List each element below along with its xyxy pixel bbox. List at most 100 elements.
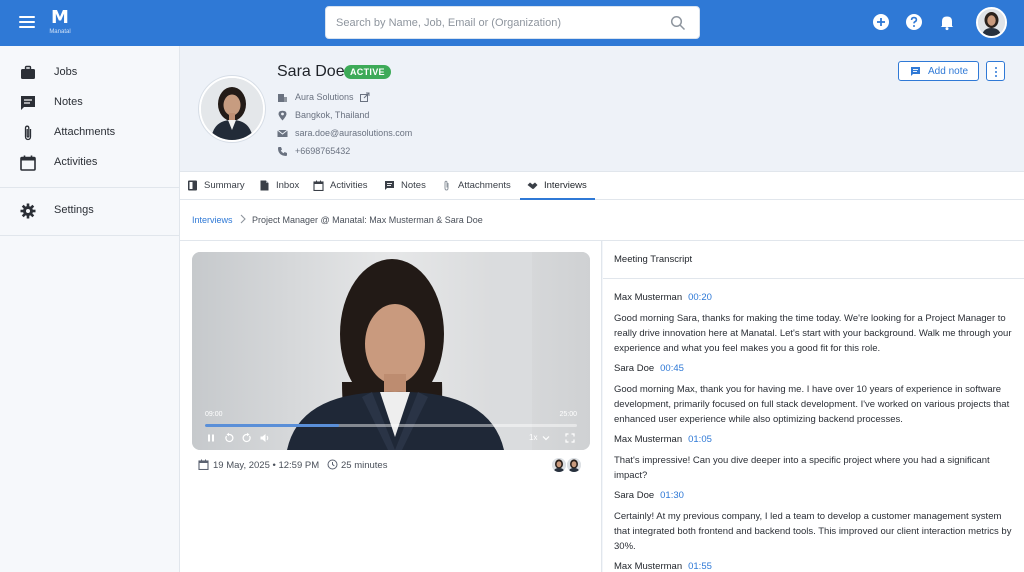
sidebar-item-jobs[interactable]: Jobs <box>0 60 179 86</box>
external-link-icon[interactable] <box>359 92 370 103</box>
sidebar-item-label: Attachments <box>54 126 116 138</box>
tab-label: Notes <box>401 180 426 191</box>
user-avatar[interactable] <box>976 7 1007 38</box>
participant-avatar[interactable] <box>566 457 582 473</box>
more-options-icon[interactable] <box>986 61 1005 81</box>
candidate-phone[interactable]: +6698765432 <box>295 146 350 156</box>
inbox-icon <box>260 180 269 191</box>
tab-notes[interactable]: Notes <box>384 172 434 200</box>
speaker-name: Sara Doe <box>614 490 655 501</box>
notes-icon <box>385 181 394 190</box>
paperclip-icon <box>444 180 449 191</box>
speaker-name: Max Musterman <box>614 292 683 303</box>
notes-icon <box>21 96 35 110</box>
note-icon <box>911 67 920 76</box>
candidate-header: Sara Doe ACTIVE Aura Solutions Bangkok, … <box>180 46 1024 171</box>
transcript-speaker: Sara Doe 01:30 <box>614 490 684 501</box>
tab-activities[interactable]: Activities <box>313 172 379 200</box>
sidebar-item-activities[interactable]: Activities <box>0 150 179 176</box>
add-note-button[interactable]: Add note <box>898 61 979 81</box>
tab-label: Activities <box>330 180 368 191</box>
calendar-icon <box>198 459 209 470</box>
transcript-text: Good morning Sara, thanks for making the… <box>614 313 1012 354</box>
tab-label: Inbox <box>276 180 300 191</box>
speaker-name: Max Musterman <box>614 434 683 445</box>
app-root: M Manatal Jobs Notes Attachments Act <box>0 0 1024 572</box>
candidate-email[interactable]: sara.doe@aurasolutions.com <box>295 128 412 138</box>
calendar-icon <box>20 155 36 171</box>
logo-text: Manatal <box>49 29 71 35</box>
status-badge: ACTIVE <box>344 65 391 79</box>
clock-icon <box>327 459 338 470</box>
video-progress-bar[interactable] <box>205 424 577 427</box>
help-icon[interactable] <box>905 13 923 31</box>
breadcrumb-interviews-link[interactable]: Interviews <box>192 215 233 225</box>
tab-label: Summary <box>204 180 245 191</box>
volume-icon[interactable] <box>259 432 271 444</box>
summary-icon <box>188 180 197 191</box>
candidate-company[interactable]: Aura Solutions <box>295 92 354 102</box>
tab-attachments[interactable]: Attachments <box>441 172 517 200</box>
transcript-timestamp[interactable]: 00:45 <box>660 363 684 374</box>
sidebar: Jobs Notes Attachments Activities Settin… <box>0 46 180 572</box>
interview-date: 19 May, 2025 • 12:59 PM <box>213 460 320 471</box>
sidebar-item-settings[interactable]: Settings <box>0 198 179 224</box>
add-note-label: Add note <box>928 66 969 77</box>
participant-avatar[interactable] <box>551 457 567 473</box>
transcript-speaker: Max Musterman 01:55 <box>614 561 712 572</box>
transcript-timestamp[interactable]: 01:05 <box>688 434 712 445</box>
sidebar-item-label: Activities <box>54 156 98 168</box>
briefcase-icon <box>21 65 35 79</box>
location-pin-icon <box>278 110 287 121</box>
recording-pane: 09:00 25:00 1x 19 May, 2025 • 12:59 PM 2… <box>180 241 602 572</box>
bell-icon[interactable] <box>938 13 956 31</box>
speaker-name: Max Musterman <box>614 561 683 572</box>
sidebar-item-label: Notes <box>54 96 83 108</box>
transcript-title: Meeting Transcript <box>614 254 693 265</box>
phone-icon <box>278 147 287 156</box>
pause-icon[interactable] <box>205 432 217 444</box>
handshake-icon <box>527 182 538 189</box>
breadcrumb-current: Project Manager @ Manatal: Max Musterman… <box>252 215 483 225</box>
transcript-text: Certainly! At my previous company, I led… <box>614 511 1012 552</box>
tab-inbox[interactable]: Inbox <box>259 172 309 200</box>
sidebar-item-label: Jobs <box>54 66 78 78</box>
top-bar: M Manatal <box>0 0 1024 46</box>
add-circle-icon[interactable] <box>872 13 890 31</box>
chevron-down-icon[interactable] <box>540 432 552 444</box>
hamburger-menu-icon[interactable] <box>16 13 38 33</box>
app-logo[interactable]: M Manatal <box>48 8 72 36</box>
fullscreen-icon[interactable] <box>564 432 576 444</box>
video-current-time: 09:00 <box>205 411 223 418</box>
video-frame <box>192 252 590 450</box>
transcript-speaker: Max Musterman 00:20 <box>614 292 712 303</box>
tab-summary[interactable]: Summary <box>187 172 255 200</box>
sidebar-divider <box>0 235 179 236</box>
rewind-icon[interactable] <box>223 432 235 444</box>
forward-icon[interactable] <box>241 432 253 444</box>
search-input[interactable] <box>336 14 656 32</box>
sidebar-divider <box>0 187 179 188</box>
candidate-location: Bangkok, Thailand <box>295 110 370 120</box>
gear-icon <box>20 203 36 219</box>
transcript-timestamp[interactable]: 01:30 <box>660 490 684 501</box>
sidebar-item-attachments[interactable]: Attachments <box>0 120 179 146</box>
transcript-timestamp[interactable]: 00:20 <box>688 292 712 303</box>
calendar-icon <box>313 180 324 191</box>
candidate-name: Sara Doe <box>277 63 345 80</box>
playback-speed[interactable]: 1x <box>529 433 537 442</box>
transcript-speaker: Sara Doe 00:45 <box>614 363 684 374</box>
search-bar[interactable] <box>325 6 700 39</box>
logo-mark: M <box>51 7 69 28</box>
tab-label: Interviews <box>544 180 587 191</box>
video-player[interactable]: 09:00 25:00 1x <box>192 252 590 450</box>
tab-interviews[interactable]: Interviews <box>520 172 595 200</box>
speaker-name: Sara Doe <box>614 363 655 374</box>
sidebar-item-notes[interactable]: Notes <box>0 90 179 116</box>
building-icon <box>278 94 287 102</box>
tab-label: Attachments <box>458 180 511 191</box>
transcript-timestamp[interactable]: 01:55 <box>688 561 712 572</box>
search-icon[interactable] <box>670 15 686 31</box>
video-progress-fill <box>205 424 339 427</box>
video-duration: 25:00 <box>559 411 577 418</box>
